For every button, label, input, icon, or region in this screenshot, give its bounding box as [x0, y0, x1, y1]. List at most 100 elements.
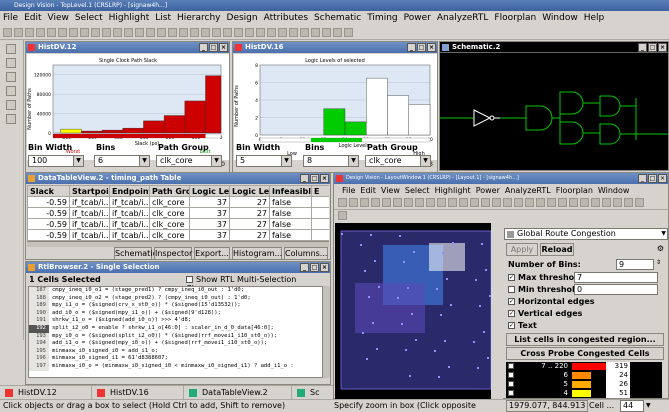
rtl-browser-title-bar[interactable]: RtlBrowser.2 - Single Selection _ □ ×	[26, 262, 330, 273]
column-header[interactable]: Path Grou	[149, 185, 190, 197]
menu-item[interactable]: Select	[405, 186, 430, 195]
toolbar-icon[interactable]	[256, 28, 265, 37]
toolbar-icon[interactable]	[36, 28, 45, 37]
tool-icon[interactable]	[6, 86, 16, 96]
spinner-icon[interactable]: ⇕	[656, 259, 661, 266]
toolbar-icon[interactable]	[201, 28, 210, 37]
close-icon[interactable]: ×	[219, 43, 228, 52]
histogram-bar[interactable]	[323, 108, 346, 136]
toolbar-icon[interactable]	[344, 28, 353, 37]
menu-item[interactable]: Design	[227, 13, 258, 23]
range-slider-selection[interactable]	[311, 138, 362, 142]
toolbar-icon[interactable]	[179, 28, 188, 37]
schematic-canvas[interactable]	[440, 54, 668, 170]
menu-item[interactable]: AnalyzeRTL	[505, 186, 551, 195]
table-row[interactable]: -0.59 if_tcab/i... if_tcab/i... clk_core 37 2…	[27, 229, 329, 241]
code-line[interactable]: 190 add_i0_o = ($signed(mpy_i1_o)) + ($si…	[29, 309, 322, 318]
menu-item[interactable]: Edit	[24, 13, 41, 23]
congestion-bin-row[interactable]: 6 24	[506, 371, 662, 380]
menu-item[interactable]: Help	[584, 13, 605, 23]
minimize-icon[interactable]: _	[407, 43, 416, 52]
histogram-bar[interactable]	[184, 100, 206, 134]
histogram-slack-title-bar[interactable]: HistDV.12 _ □ ×	[26, 42, 229, 53]
toolbar-icon[interactable]	[168, 28, 177, 37]
path-group-select[interactable]: clk_core ▼	[156, 155, 222, 167]
settings-icon[interactable]: ⚙	[657, 244, 664, 253]
table-action-button[interactable]: Schematic	[114, 247, 157, 260]
minimize-icon[interactable]: _	[199, 43, 208, 52]
maximize-icon[interactable]: □	[648, 43, 657, 52]
toolbar-icon[interactable]	[448, 198, 457, 207]
toolbar-icon[interactable]	[349, 198, 358, 207]
toolbar-icon[interactable]	[278, 28, 287, 37]
chevron-down-icon[interactable]: ▼	[646, 400, 651, 412]
toolbar-icon[interactable]	[459, 198, 468, 207]
toolbar-icon[interactable]	[190, 28, 199, 37]
column-header[interactable]: Startpoint	[69, 185, 110, 197]
minimize-icon[interactable]: _	[300, 174, 309, 183]
histogram-bar[interactable]	[163, 115, 186, 134]
close-icon[interactable]: ×	[658, 174, 667, 183]
taskbar-item[interactable]: HistDV.12	[0, 386, 92, 400]
toolbar-icon[interactable]	[371, 198, 380, 207]
range-slider-selection[interactable]	[53, 134, 206, 138]
toolbar-icon[interactable]	[289, 28, 298, 37]
list-cells-button[interactable]: List cells in congested region...	[506, 333, 664, 346]
toolbar-icon[interactable]	[525, 198, 534, 207]
table-row[interactable]: -0.59 if_tcab/i... if_tcab/i... clk_core 37 2…	[27, 196, 329, 208]
bin-width-select[interactable]: 5 ▼	[236, 155, 292, 167]
zoom-input[interactable]: 44	[620, 400, 644, 412]
toolbar-icon[interactable]	[322, 28, 331, 37]
code-line[interactable]: 187 cmpy_ineq_i0_o1 = (stage_pred1) ? cmp…	[29, 287, 322, 295]
column-header[interactable]: Infeasible	[269, 185, 312, 197]
menu-item[interactable]: Schematic	[314, 13, 361, 23]
toolbar-icon[interactable]	[591, 198, 600, 207]
menu-item[interactable]: Highlight	[435, 186, 471, 195]
toolbar-icon[interactable]	[146, 28, 155, 37]
histogram-bar[interactable]	[81, 130, 103, 134]
rtl-code-view[interactable]: 187 cmpy_ineq_i0_o1 = (stage_pred1) ? cmp…	[28, 286, 323, 378]
minimize-icon[interactable]: _	[300, 263, 309, 272]
histogram-bar[interactable]	[60, 128, 82, 134]
path-group-select[interactable]: clk_core ▼	[365, 155, 431, 167]
toolbar-icon[interactable]	[558, 198, 567, 207]
toolbar-icon[interactable]	[25, 28, 34, 37]
menu-item[interactable]: File	[342, 186, 355, 195]
toolbar-icon[interactable]	[338, 198, 347, 207]
toolbar-icon[interactable]	[382, 198, 391, 207]
table-action-button[interactable]: Histogram...	[232, 247, 282, 260]
code-line[interactable]: 194 add_i1_o = ($signed(mpy_i0_o)) + ($si…	[29, 340, 322, 348]
taskbar-item[interactable]: HistDV.16	[92, 386, 184, 400]
menu-item[interactable]: Power	[476, 186, 500, 195]
layout-canvas[interactable]	[335, 223, 503, 399]
column-header[interactable]: Endpoint	[109, 185, 150, 197]
toolbar-icon[interactable]	[360, 198, 369, 207]
toolbar-icon[interactable]	[245, 28, 254, 37]
histogram-bar[interactable]	[143, 120, 165, 134]
close-icon[interactable]: ×	[320, 174, 329, 183]
menu-item[interactable]: File	[3, 13, 18, 23]
toolbar-icon[interactable]	[415, 198, 424, 207]
menu-item[interactable]: Attributes	[264, 13, 308, 23]
toolbar-icon[interactable]	[580, 198, 589, 207]
table-action-button[interactable]: Inspector	[154, 247, 192, 260]
toolbar-icon[interactable]	[3, 28, 12, 37]
menu-item[interactable]: AnalyzeRTL	[437, 13, 489, 23]
toolbar-icon[interactable]	[393, 198, 402, 207]
reload-button[interactable]: Reload	[540, 243, 574, 256]
column-header[interactable]: E	[311, 185, 329, 197]
toolbar-icon[interactable]	[333, 28, 342, 37]
layout-scrollbar[interactable]	[491, 223, 503, 399]
code-line[interactable]: 188 cmpy_ineq_i0_o2 = (stage_pred2) ? (cm…	[29, 294, 322, 303]
maximize-icon[interactable]: □	[648, 174, 657, 183]
select-tool-icon[interactable]	[338, 211, 347, 220]
histogram-bar[interactable]	[387, 95, 409, 136]
toolbar-icon[interactable]	[492, 198, 501, 207]
taskbar-item[interactable]: Sc	[292, 386, 336, 400]
menu-item[interactable]: Power	[404, 13, 431, 23]
min-threshold-input[interactable]: 0	[574, 284, 658, 295]
code-line[interactable]: 193 mpy_i0_o = ($signed(split_i2_o0)) * (…	[29, 332, 322, 341]
toolbar-icon[interactable]	[58, 28, 67, 37]
minimize-icon[interactable]: _	[638, 174, 647, 183]
close-icon[interactable]: ×	[427, 43, 436, 52]
